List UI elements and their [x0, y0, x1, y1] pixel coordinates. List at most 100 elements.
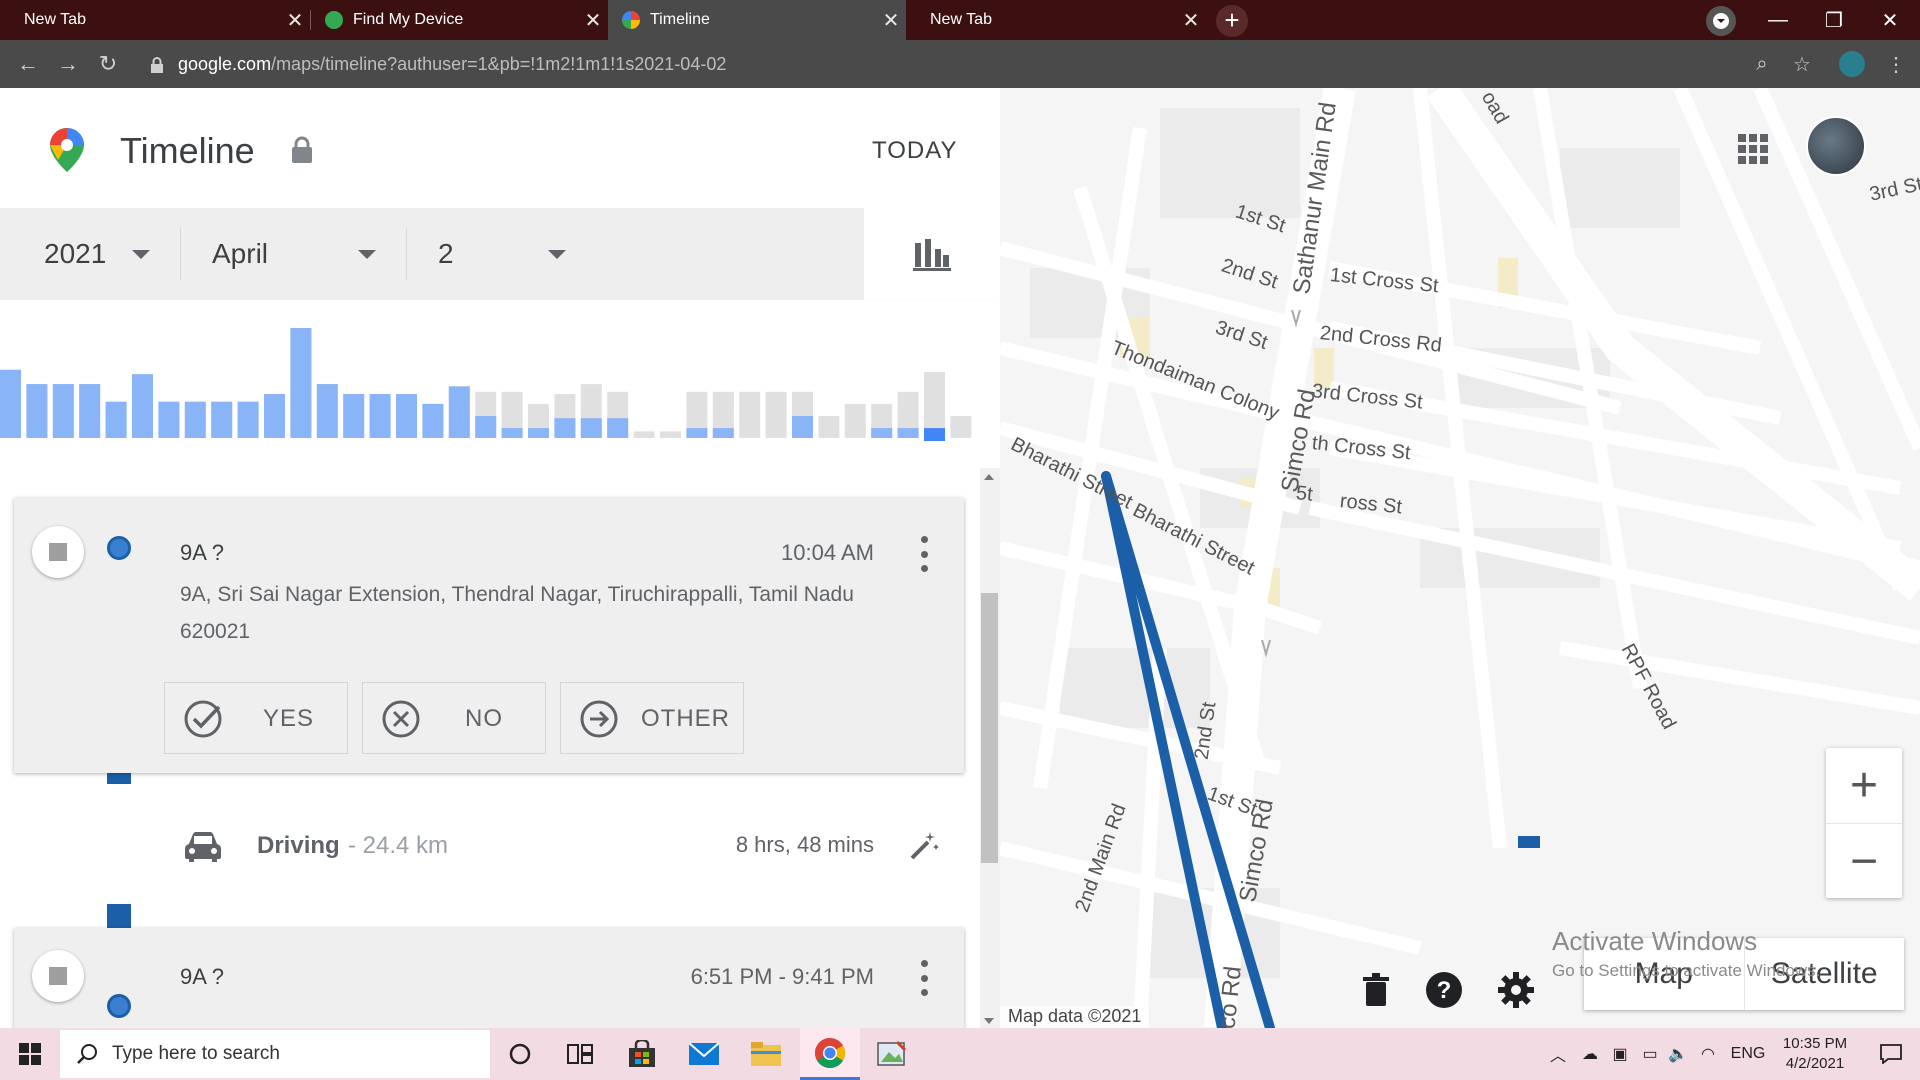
- map-canvas[interactable]: oad Sathanur Main Rd 1st St 2nd St 3rd S…: [1000, 88, 1920, 1028]
- cortana-icon[interactable]: [490, 1028, 550, 1080]
- tab-find-my-device[interactable]: Find My Device ✕: [311, 0, 608, 40]
- taskbar-search-box[interactable]: Type here to search: [60, 1030, 490, 1078]
- scroll-up-arrow[interactable]: [984, 474, 994, 480]
- histogram-bar[interactable]: [264, 394, 285, 438]
- profile-avatar[interactable]: [1836, 48, 1868, 80]
- delete-icon[interactable]: [1356, 970, 1396, 1010]
- stop-marker-icon[interactable]: [32, 950, 84, 1002]
- stats-button[interactable]: [864, 208, 1000, 300]
- bookmark-star-icon[interactable]: ☆: [1786, 48, 1818, 80]
- histogram-bar[interactable]: [52, 384, 74, 438]
- histogram-bar[interactable]: [554, 418, 576, 438]
- histogram-bar[interactable]: [158, 401, 180, 438]
- histogram-bar[interactable]: [237, 401, 259, 438]
- histogram-bar[interactable]: [132, 374, 153, 438]
- chrome-icon[interactable]: [800, 1028, 860, 1080]
- histogram-bar[interactable]: [26, 384, 48, 438]
- histogram-bar[interactable]: [501, 428, 523, 438]
- histogram-bar[interactable]: [105, 401, 127, 438]
- place-card[interactable]: 9A ? 6:51 PM - 9:41 PM: [14, 928, 964, 1028]
- histogram-bar[interactable]: [607, 418, 629, 438]
- tab-timeline[interactable]: Timeline ✕: [608, 0, 906, 40]
- zoom-out-button[interactable]: −: [1826, 823, 1902, 898]
- more-options-icon[interactable]: [914, 536, 934, 572]
- account-avatar[interactable]: [1806, 116, 1866, 176]
- no-button[interactable]: NO: [362, 682, 546, 754]
- histogram-bar[interactable]: [712, 428, 734, 438]
- close-icon[interactable]: ✕: [578, 8, 608, 33]
- close-icon[interactable]: ✕: [876, 8, 906, 33]
- histogram-bar[interactable]: [0, 369, 21, 438]
- url-field[interactable]: google.com/maps/timeline?authuser=1&pb=!…: [178, 54, 726, 75]
- close-icon[interactable]: ✕: [280, 8, 310, 33]
- close-icon[interactable]: ✕: [1176, 8, 1206, 33]
- minimize-button[interactable]: —: [1750, 0, 1806, 40]
- place-name[interactable]: 9A ?: [180, 540, 224, 566]
- histogram-bar-background[interactable]: [633, 431, 655, 438]
- histogram-bar-background[interactable]: [818, 416, 840, 438]
- new-tab-button[interactable]: +: [1216, 5, 1248, 37]
- back-button[interactable]: ←: [12, 48, 44, 80]
- tab-new-tab-1[interactable]: New Tab ✕: [0, 0, 310, 40]
- apps-grid-icon[interactable]: [1738, 134, 1768, 164]
- security-icon[interactable]: ▣: [1606, 1028, 1634, 1080]
- yes-button[interactable]: YES: [164, 682, 348, 754]
- start-button[interactable]: [0, 1028, 60, 1080]
- place-card[interactable]: 9A ? 10:04 AM 9A, Sri Sai Nagar Extensio…: [14, 498, 964, 773]
- scrollbar-thumb[interactable]: [981, 593, 998, 863]
- zoom-icon[interactable]: ⌕: [1746, 48, 1778, 80]
- histogram-bar[interactable]: [184, 401, 206, 438]
- histogram-bar[interactable]: [897, 428, 919, 438]
- chevron-up-icon[interactable]: ︿: [1544, 1028, 1572, 1080]
- help-icon[interactable]: ?: [1424, 970, 1464, 1010]
- taskbar-clock[interactable]: 10:35 PM 4/2/2021: [1770, 1034, 1860, 1074]
- tab-new-tab-2[interactable]: New Tab ✕: [906, 0, 1206, 40]
- histogram-bar[interactable]: [448, 386, 470, 438]
- histogram-bar[interactable]: [422, 403, 444, 438]
- paint-icon[interactable]: [862, 1028, 922, 1080]
- histogram-bar[interactable]: [686, 428, 708, 438]
- file-explorer-icon[interactable]: [736, 1028, 796, 1080]
- histogram-bar-background[interactable]: [765, 391, 787, 438]
- histogram-bar[interactable]: [369, 394, 391, 438]
- scroll-down-arrow[interactable]: [984, 1018, 994, 1024]
- activity-segment[interactable]: Driving - 24.4 km 8 hrs, 48 mins: [0, 784, 980, 904]
- mail-icon[interactable]: [674, 1028, 734, 1080]
- histogram-bar[interactable]: [211, 401, 233, 438]
- notifications-icon[interactable]: [1862, 1028, 1920, 1080]
- other-button[interactable]: OTHER: [560, 682, 744, 754]
- language-indicator[interactable]: ENG: [1726, 1028, 1770, 1080]
- histogram-bar[interactable]: [79, 384, 101, 438]
- store-icon[interactable]: [612, 1028, 672, 1080]
- histogram-bar[interactable]: [580, 418, 602, 438]
- volume-icon[interactable]: 🔈: [1664, 1028, 1692, 1080]
- histogram-bar[interactable]: [396, 394, 417, 438]
- month-dropdown[interactable]: April: [212, 208, 392, 300]
- onedrive-icon[interactable]: ☁: [1576, 1028, 1604, 1080]
- tab-search-button[interactable]: [1706, 6, 1736, 36]
- settings-gear-icon[interactable]: [1496, 970, 1536, 1010]
- zoom-in-button[interactable]: +: [1826, 748, 1902, 823]
- reload-button[interactable]: ↻: [92, 48, 124, 80]
- histogram-bar[interactable]: [924, 428, 945, 438]
- histogram-bar-background[interactable]: [844, 403, 866, 438]
- restore-button[interactable]: ❐: [1806, 0, 1862, 40]
- today-button[interactable]: TODAY: [872, 137, 957, 165]
- histogram-bar-background[interactable]: [950, 416, 972, 438]
- more-options-icon[interactable]: [914, 960, 934, 996]
- day-dropdown[interactable]: 2: [438, 208, 578, 300]
- histogram-bar[interactable]: [792, 416, 813, 438]
- edit-wand-icon[interactable]: [908, 830, 940, 862]
- year-dropdown[interactable]: 2021: [44, 208, 164, 300]
- stop-marker-icon[interactable]: [32, 526, 84, 578]
- histogram-bar[interactable]: [343, 394, 365, 438]
- close-window-button[interactable]: ✕: [1862, 0, 1918, 40]
- browser-menu-button[interactable]: ⋮: [1880, 48, 1912, 80]
- histogram-bar-background[interactable]: [660, 431, 681, 438]
- histogram-bar[interactable]: [475, 416, 497, 438]
- histogram-bar[interactable]: [316, 384, 338, 438]
- forward-button[interactable]: →: [52, 48, 84, 80]
- histogram-bar[interactable]: [528, 428, 549, 438]
- battery-icon[interactable]: ▭: [1636, 1028, 1664, 1080]
- histogram-bar[interactable]: [871, 428, 893, 438]
